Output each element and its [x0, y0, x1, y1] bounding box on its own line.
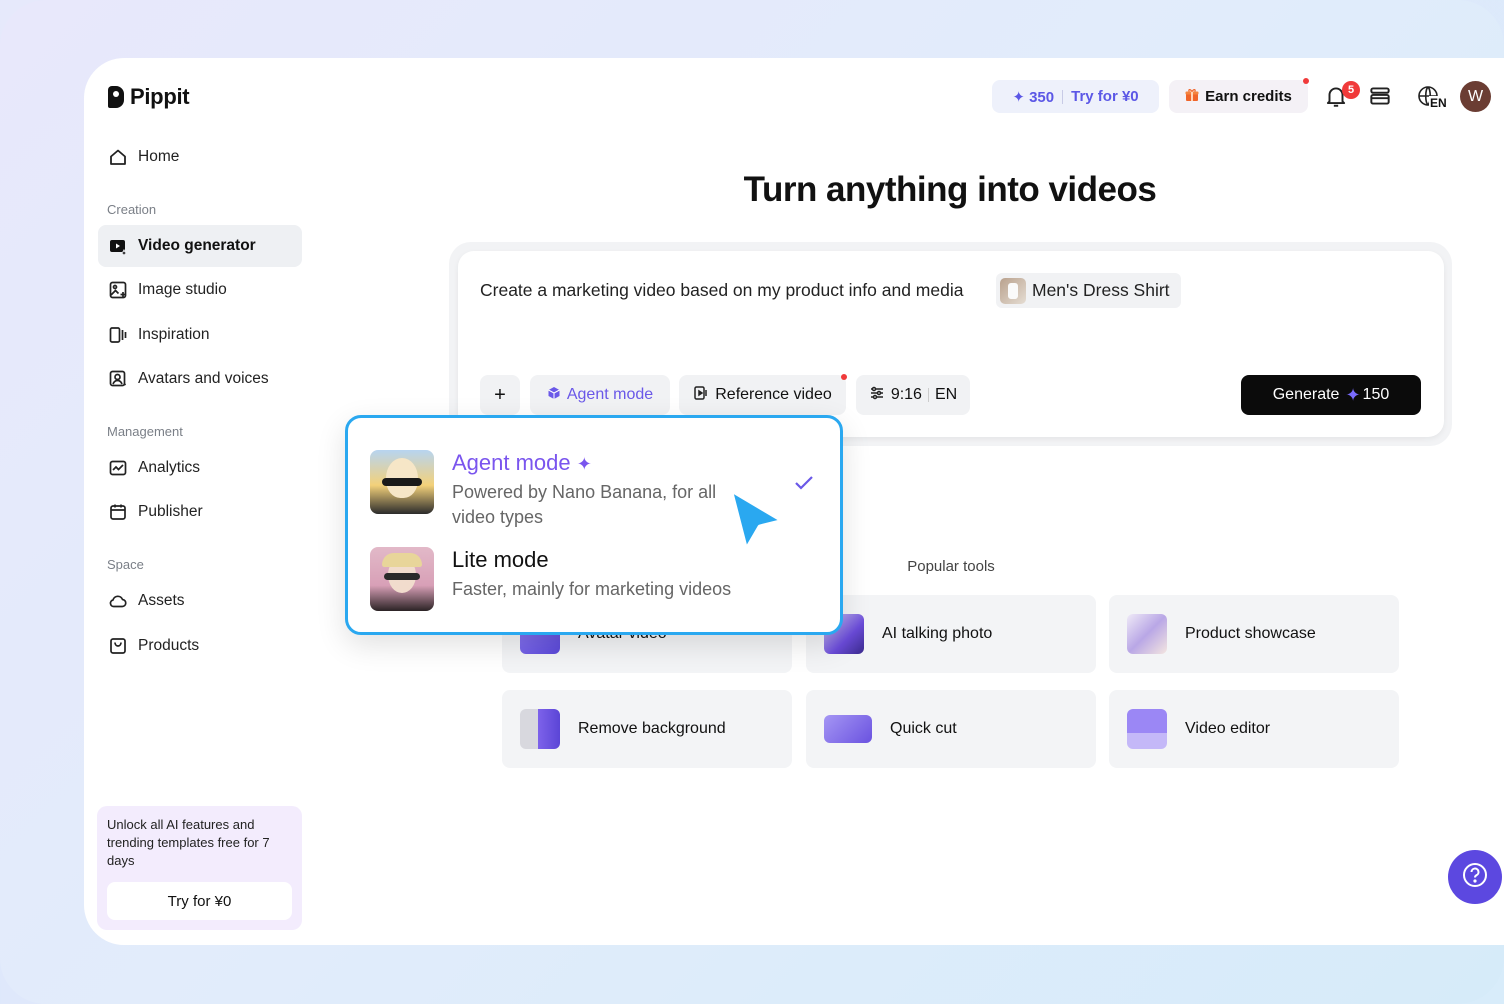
- reference-video-button[interactable]: Reference video: [679, 375, 846, 415]
- sparkle-icon: ✦: [1345, 384, 1361, 405]
- sidebar-item-products[interactable]: Products: [98, 625, 302, 667]
- sidebar-item-label: Analytics: [138, 459, 201, 476]
- generate-label: Generate: [1272, 386, 1340, 403]
- generate-button[interactable]: Generate ✦ 150: [1241, 375, 1421, 415]
- app-logo[interactable]: Pippit: [108, 84, 190, 110]
- earn-credits-label: Earn credits: [1205, 88, 1292, 105]
- popular-tools-heading: Popular tools: [907, 558, 995, 575]
- sidebar-item-label: Image studio: [138, 281, 227, 298]
- sidebar-item-label: Home: [138, 148, 180, 165]
- product-showcase-thumbnail: [1127, 614, 1167, 654]
- aspect-ratio-label: 9:16: [890, 386, 922, 403]
- agent-mode-title-text: Agent mode: [452, 450, 571, 475]
- tool-card-quick-cut[interactable]: Quick cut: [806, 690, 1096, 768]
- promo-try-button[interactable]: Try for ¥0: [107, 882, 292, 920]
- product-box-icon: [108, 636, 128, 656]
- try-free-link[interactable]: Try for ¥0: [1071, 88, 1139, 105]
- divider: [1062, 89, 1064, 104]
- gift-icon: [1185, 88, 1199, 106]
- video-settings-button[interactable]: 9:16 EN: [856, 375, 970, 415]
- notification-badge: 5: [1342, 81, 1360, 99]
- tool-label: AI talking photo: [882, 625, 993, 642]
- pippit-logo-icon: [108, 86, 124, 108]
- language-globe-icon[interactable]: EN: [1410, 82, 1448, 110]
- earn-credits-dot: [1303, 78, 1309, 84]
- product-chip[interactable]: Men's Dress Shirt: [996, 273, 1181, 308]
- sidebar-item-home[interactable]: Home: [98, 136, 302, 178]
- reference-video-icon: [693, 385, 709, 406]
- agent-mode-button[interactable]: Agent mode: [530, 375, 670, 415]
- reference-video-dot: [841, 374, 847, 380]
- quick-cut-thumbnail: [824, 715, 872, 743]
- sidebar-item-label: Video generator: [138, 237, 256, 254]
- tool-label: Product showcase: [1185, 625, 1316, 642]
- sidebar-item-label: Products: [138, 637, 200, 654]
- tool-label: Quick cut: [890, 720, 957, 737]
- reference-video-label: Reference video: [715, 386, 832, 403]
- sidebar-item-inspiration[interactable]: Inspiration: [98, 314, 302, 356]
- upgrade-promo: Unlock all AI features and trending temp…: [97, 806, 302, 930]
- language-code: EN: [1429, 96, 1448, 110]
- user-avatar[interactable]: W: [1460, 81, 1491, 112]
- app-name: Pippit: [130, 84, 190, 109]
- section-label-creation: Creation: [107, 202, 157, 217]
- inbox-tray-icon[interactable]: [1366, 82, 1394, 110]
- tool-label: Video editor: [1185, 720, 1271, 737]
- credits-pill[interactable]: ✦ 350 Try for ¥0: [992, 80, 1159, 113]
- settings-sliders-icon: [869, 385, 885, 406]
- calendar-icon: [108, 502, 128, 522]
- agent-mode-title: Agent mode ✦: [452, 450, 742, 476]
- sidebar-item-assets[interactable]: Assets: [98, 580, 302, 622]
- tool-card-product-showcase[interactable]: Product showcase: [1109, 595, 1399, 673]
- sidebar-item-analytics[interactable]: Analytics: [98, 447, 302, 489]
- promo-text: Unlock all AI features and trending temp…: [107, 817, 270, 868]
- section-label-management: Management: [107, 424, 183, 439]
- credits-balance: ✦ 350: [1012, 88, 1055, 106]
- video-generator-icon: [108, 236, 128, 256]
- lite-mode-description: Faster, mainly for marketing videos: [452, 579, 732, 599]
- generate-cost: 150: [1362, 386, 1390, 403]
- sparkle-icon: ✦: [576, 454, 592, 474]
- lite-mode-title: Lite mode: [452, 547, 549, 572]
- prompt-input-text[interactable]: Create a marketing video based on my pro…: [480, 280, 963, 301]
- mouse-cursor-icon: [722, 483, 792, 559]
- divider: [927, 388, 929, 402]
- image-studio-icon: [108, 280, 128, 300]
- sidebar-item-image-studio[interactable]: Image studio: [98, 269, 302, 311]
- avatar-voice-icon: [108, 369, 128, 389]
- home-icon: [108, 147, 128, 167]
- help-button[interactable]: [1448, 850, 1502, 904]
- sidebar-item-label: Avatars and voices: [138, 370, 269, 387]
- video-language-label: EN: [934, 386, 958, 403]
- sidebar-item-video-generator[interactable]: Video generator: [98, 225, 302, 267]
- sidebar-item-label: Assets: [138, 592, 185, 609]
- agent-mode-label: Agent mode: [566, 386, 654, 403]
- page-title: Turn anything into videos: [743, 170, 1157, 209]
- question-circle-icon: [1461, 861, 1489, 894]
- sidebar-item-publisher[interactable]: Publisher: [98, 491, 302, 533]
- product-thumbnail: [1000, 277, 1026, 304]
- tool-card-remove-background[interactable]: Remove background: [502, 690, 792, 768]
- video-editor-thumbnail: [1127, 709, 1167, 749]
- remove-background-thumbnail: [520, 709, 560, 749]
- cube-icon: [547, 386, 561, 405]
- sidebar-item-label: Inspiration: [138, 326, 210, 343]
- tool-card-ai-talking-photo[interactable]: AI talking photo: [806, 595, 1096, 673]
- add-media-button[interactable]: +: [480, 375, 520, 415]
- credits-value: 350: [1029, 88, 1055, 106]
- inspiration-icon: [108, 325, 128, 345]
- cloud-icon: [108, 591, 128, 611]
- product-chip-label: Men's Dress Shirt: [1032, 280, 1170, 300]
- sidebar-item-avatars-voices[interactable]: Avatars and voices: [98, 358, 302, 400]
- selected-check-icon: [793, 474, 815, 497]
- tool-card-video-editor[interactable]: Video editor: [1109, 690, 1399, 768]
- section-label-space: Space: [107, 557, 144, 572]
- earn-credits-button[interactable]: Earn credits: [1169, 80, 1308, 113]
- sidebar-item-label: Publisher: [138, 503, 203, 520]
- lite-mode-thumbnail: [370, 547, 434, 611]
- tool-label: Remove background: [578, 720, 726, 737]
- analytics-icon: [108, 458, 128, 478]
- agent-mode-description: Powered by Nano Banana, for all video ty…: [452, 482, 717, 527]
- agent-mode-thumbnail: [370, 450, 434, 514]
